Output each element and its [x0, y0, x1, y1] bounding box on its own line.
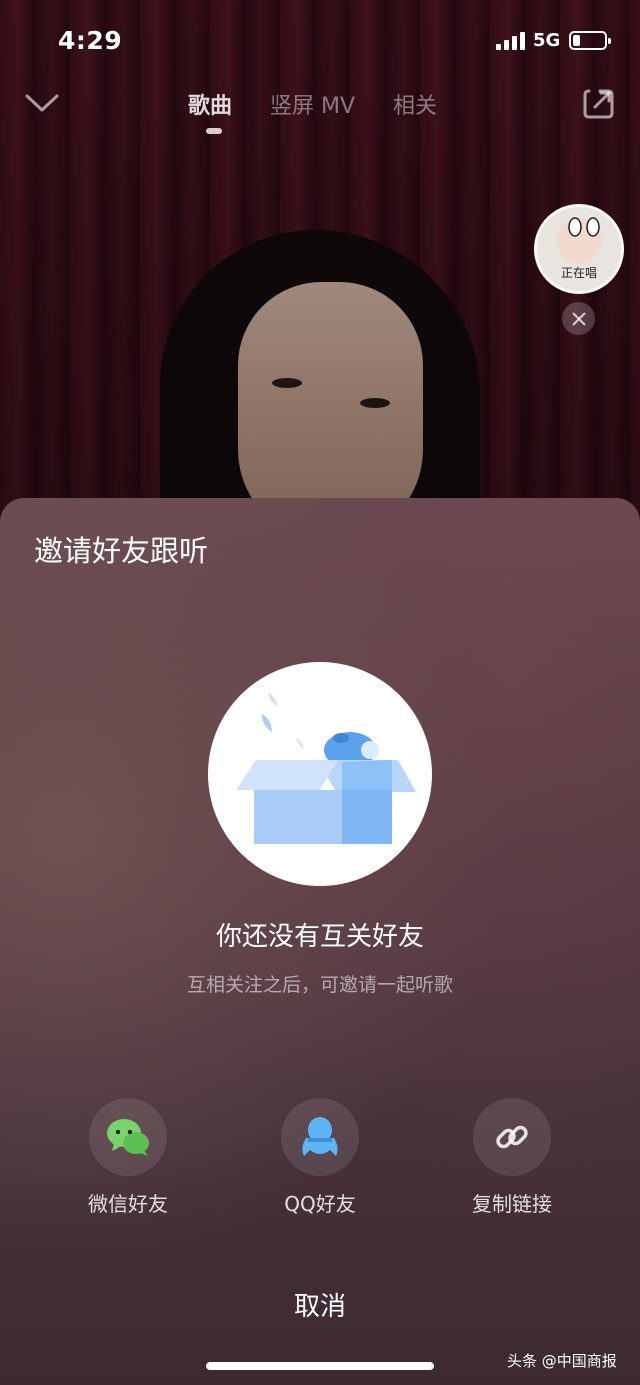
wechat-friends-label: 微信好友 [88, 1192, 168, 1216]
bunny-ears-icon [568, 217, 600, 237]
qq-friends-option[interactable]: QQ好友 [240, 1098, 400, 1217]
watermark: 头条 @中国商报 [507, 1352, 617, 1370]
sheet-title: 邀请好友跟听 [34, 534, 209, 568]
home-indicator[interactable] [206, 1362, 434, 1370]
wechat-icon [107, 1119, 149, 1156]
player-top-bar: 歌曲 竖屏 MV 相关 [0, 80, 640, 140]
now-singing-label: 正在唱 [560, 266, 597, 280]
artist-portrait [150, 230, 480, 520]
invite-sheet: 邀请好友跟听 你还没有互关好友 互相关注之后，可邀请一起听歌 微信好友 QQ好友… [0, 498, 640, 1385]
tab-song[interactable]: 歌曲 [188, 88, 232, 134]
close-icon [571, 311, 586, 326]
empty-state-title: 你还没有互关好友 [215, 922, 424, 952]
box-mascot-icon [236, 692, 416, 844]
empty-state-subtitle: 互相关注之后，可邀请一起听歌 [186, 974, 453, 996]
cancel-button[interactable]: 取消 [0, 1286, 640, 1323]
qq-icon [302, 1117, 338, 1156]
qq-friends-label: QQ好友 [284, 1192, 356, 1216]
close-badge-button[interactable] [562, 302, 595, 335]
now-singing-badge[interactable]: 正在唱 [534, 204, 624, 294]
status-bar: 4:29 5G [0, 0, 640, 80]
empty-box-illustration [208, 662, 432, 886]
tab-vertical-mv[interactable]: 竖屏 MV [270, 88, 355, 120]
chevron-down-icon[interactable] [24, 88, 60, 118]
signal-icon [496, 32, 525, 50]
copy-link-label: 复制链接 [472, 1192, 552, 1216]
link-icon [496, 1125, 528, 1149]
network-label: 5G [533, 30, 561, 51]
copy-link-option[interactable]: 复制链接 [432, 1098, 592, 1217]
status-time: 4:29 [58, 26, 123, 55]
battery-icon [569, 31, 611, 50]
tab-related[interactable]: 相关 [393, 88, 437, 120]
player-tabs: 歌曲 竖屏 MV 相关 [188, 88, 437, 134]
wechat-friends-option[interactable]: 微信好友 [48, 1098, 208, 1217]
share-icon[interactable] [580, 86, 616, 122]
